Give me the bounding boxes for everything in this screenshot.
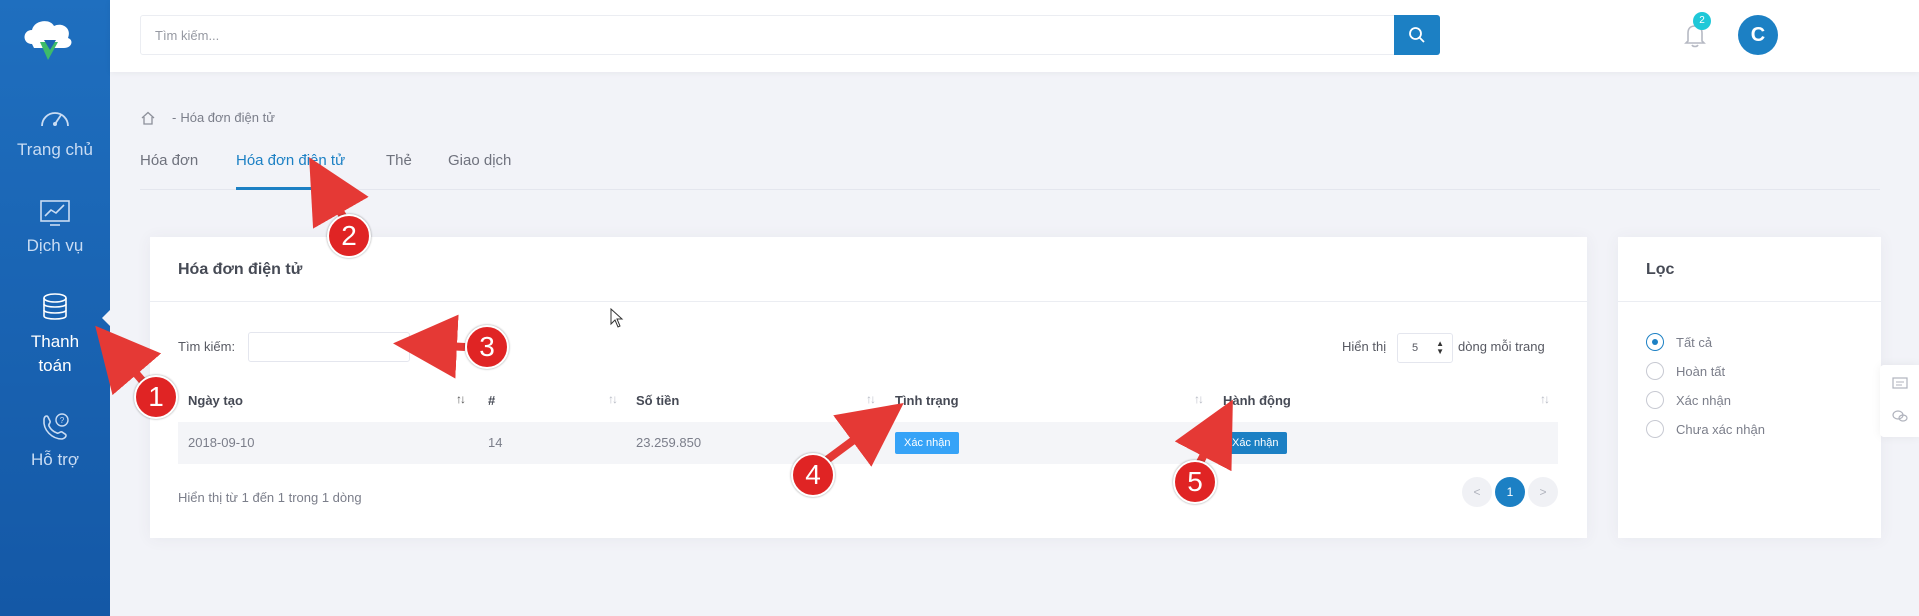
tab-card[interactable]: Thẻ [386, 152, 412, 190]
active-indicator [102, 309, 111, 327]
filter-option-label: Tất cả [1676, 334, 1713, 350]
filter-option-all[interactable]: Tất cả [1646, 333, 1712, 351]
sidebar-item-services[interactable]: Dịch vụ [0, 198, 110, 256]
coins-icon [43, 293, 67, 320]
pagination-prev[interactable]: < [1462, 477, 1492, 507]
select-arrows-icon: ▲ ▼ [1436, 339, 1444, 356]
chat-icon[interactable] [1892, 409, 1908, 423]
annotation-marker-1: 1 [134, 375, 178, 419]
annotation-marker-2: 2 [327, 214, 371, 258]
chart-icon [40, 200, 70, 226]
sort-icon[interactable]: ↑↓ [608, 392, 618, 406]
e-invoice-card: Hóa đơn điện tử Tìm kiếm: Hiển thị 5 ▲ ▼ … [150, 237, 1587, 538]
filter-card: Lọc Tất cả Hoàn tất Xác nhận Chưa xác nh… [1618, 237, 1881, 538]
column-header-action[interactable]: Hành động [1223, 393, 1291, 408]
radio-unchecked[interactable] [1646, 420, 1664, 438]
svg-text:?: ? [60, 416, 65, 425]
breadcrumb-current: Hóa đơn điện tử [180, 110, 275, 125]
search-icon [1409, 27, 1425, 43]
home-icon[interactable] [140, 111, 156, 125]
cell-id: 14 [488, 435, 503, 450]
annotation-marker-5: 5 [1173, 460, 1217, 504]
annotation-marker-3: 3 [465, 325, 509, 369]
filter-option-label: Xác nhận [1676, 392, 1731, 408]
filter-option-label: Hoàn tất [1676, 363, 1726, 379]
table-search-input[interactable] [248, 332, 410, 362]
confirm-button[interactable]: Xác nhận [1223, 432, 1288, 454]
sidebar: Trang chủ Dịch vụ Thanh toán ? Hỗ trợ [0, 0, 111, 616]
filter-option-unconfirmed[interactable]: Chưa xác nhận [1646, 420, 1765, 438]
global-search-input[interactable] [141, 16, 1391, 54]
support-phone-icon: ? [43, 413, 69, 440]
sidebar-item-support[interactable]: ? Hỗ trợ [0, 412, 110, 470]
show-label: Hiển thị [1342, 339, 1387, 354]
table-search-label: Tìm kiếm: [178, 339, 236, 354]
top-header [110, 0, 1919, 72]
sort-icon[interactable]: ↑↓ [866, 392, 876, 406]
sidebar-item-home[interactable]: Trang chủ [0, 104, 110, 160]
message-icon[interactable] [1892, 377, 1908, 391]
mouse-cursor-icon [610, 308, 624, 328]
tab-e-invoice[interactable]: Hóa đơn điện tử [236, 152, 346, 190]
card-title: Hóa đơn điện tử [178, 261, 303, 278]
sidebar-item-label: Dịch vụ [26, 236, 84, 255]
per-page-suffix: dòng mỗi trang [1458, 339, 1545, 354]
cell-amount: 23.259.850 [636, 435, 702, 450]
sidebar-item-label: Thanh toán [30, 332, 80, 375]
filter-title: Lọc [1646, 261, 1675, 278]
sidebar-item-label: Trang chủ [17, 140, 93, 159]
column-header-id[interactable]: # [488, 393, 495, 408]
filter-option-label: Chưa xác nhận [1676, 421, 1765, 437]
search-button[interactable] [1394, 15, 1440, 55]
annotation-marker-4: 4 [791, 453, 835, 497]
card-divider [150, 301, 1587, 302]
filter-option-completed[interactable]: Hoàn tất [1646, 362, 1725, 380]
pagination-page-1[interactable]: 1 [1495, 477, 1525, 507]
radio-unchecked[interactable] [1646, 391, 1664, 409]
filter-option-confirmed[interactable]: Xác nhận [1646, 391, 1731, 409]
per-page-select[interactable]: 5 ▲ ▼ [1397, 333, 1453, 363]
speedometer-icon [41, 112, 69, 127]
column-header-date[interactable]: Ngày tạo [188, 393, 243, 408]
breadcrumb-separator: - [172, 110, 177, 125]
user-avatar[interactable]: C [1738, 15, 1778, 55]
sort-asc-icon[interactable]: ↑↓ [456, 392, 466, 406]
quick-panel [1880, 365, 1919, 437]
cell-date: 2018-09-10 [188, 435, 255, 450]
sort-icon[interactable]: ↑↓ [1540, 392, 1550, 406]
global-search [140, 15, 1440, 55]
pagination-next[interactable]: > [1528, 477, 1558, 507]
sidebar-item-payment[interactable]: Thanh toán [0, 292, 110, 378]
table-row [178, 422, 1558, 464]
sort-icon[interactable]: ↑↓ [1194, 392, 1204, 406]
table-info: Hiển thị từ 1 đến 1 trong 1 dòng [178, 490, 362, 505]
status-badge: Xác nhận [895, 432, 960, 454]
tab-invoice[interactable]: Hóa đơn [140, 152, 198, 190]
tab-transactions[interactable]: Giao dịch [448, 152, 511, 190]
radio-checked[interactable] [1646, 333, 1664, 351]
card-divider [1618, 301, 1881, 302]
column-header-status[interactable]: Tình trạng [895, 393, 959, 408]
per-page-value: 5 [1412, 342, 1419, 354]
breadcrumb: - Hóa đơn điện tử [140, 110, 275, 125]
notification-count-badge: 2 [1693, 12, 1711, 30]
tab-bar: Hóa đơn Hóa đơn điện tử Thẻ Giao dịch [140, 150, 1880, 190]
brand-logo[interactable] [18, 14, 78, 64]
sidebar-item-label: Hỗ trợ [31, 450, 79, 469]
radio-unchecked[interactable] [1646, 362, 1664, 380]
column-header-amount[interactable]: Số tiền [636, 393, 679, 408]
